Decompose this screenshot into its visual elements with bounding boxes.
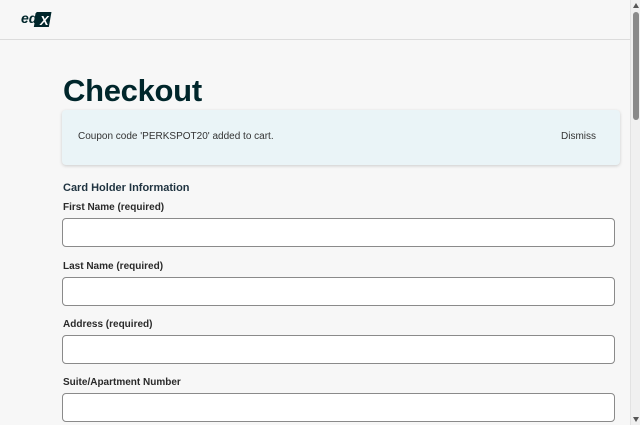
last-name-field[interactable]	[62, 277, 615, 306]
address-field[interactable]	[62, 335, 615, 364]
suite-field[interactable]	[62, 393, 615, 422]
coupon-alert: Coupon code 'PERKSPOT20' added to cart. …	[62, 110, 620, 165]
first-name-field[interactable]	[62, 218, 615, 247]
page-scrollbar[interactable]	[630, 0, 640, 425]
address-label: Address (required)	[63, 319, 153, 330]
scrollbar-thumb[interactable]	[633, 12, 639, 120]
first-name-label: First Name (required)	[63, 202, 165, 213]
page-title: Checkout	[63, 73, 202, 108]
dismiss-button[interactable]: Dismiss	[561, 131, 596, 142]
alert-message: Coupon code 'PERKSPOT20' added to cart.	[78, 131, 274, 142]
site-header: ed X	[0, 0, 630, 40]
last-name-label: Last Name (required)	[63, 261, 164, 272]
edx-logo[interactable]: ed X	[21, 9, 53, 29]
section-heading: Card Holder Information	[63, 182, 190, 194]
scroll-up-icon[interactable]	[633, 3, 639, 8]
scroll-down-icon[interactable]	[633, 417, 639, 422]
svg-text:X: X	[39, 13, 50, 28]
suite-label: Suite/Apartment Number	[63, 377, 181, 388]
